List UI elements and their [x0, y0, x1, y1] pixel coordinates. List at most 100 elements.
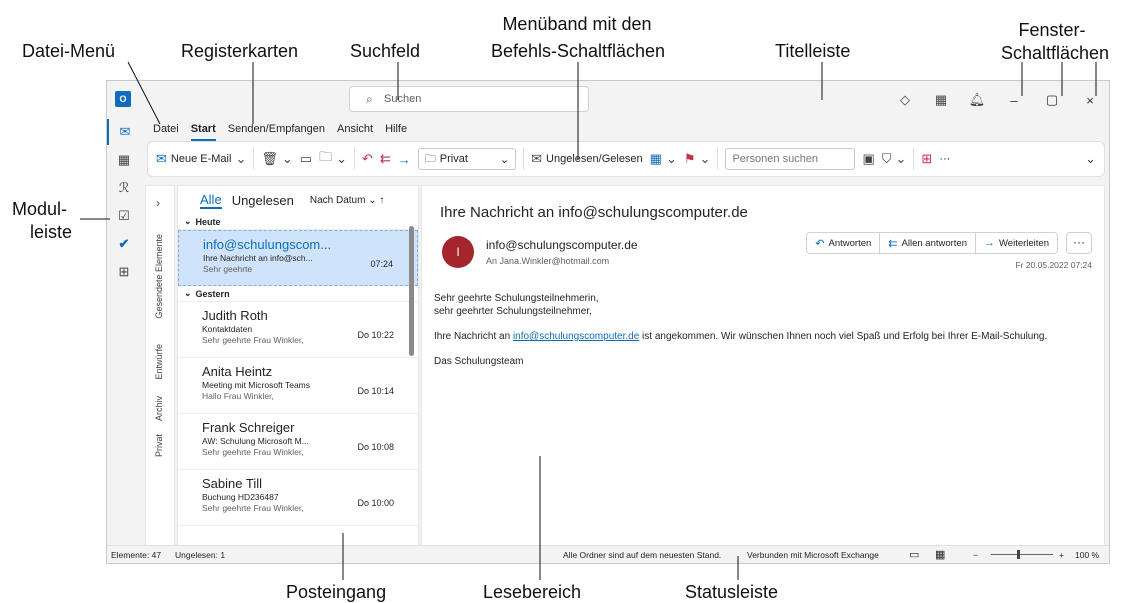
- tab-start[interactable]: Start: [190, 121, 216, 141]
- folder-sent[interactable]: Gesendete Elemente: [154, 234, 164, 319]
- people-module[interactable]: ℛ: [107, 175, 141, 201]
- folder-drafts[interactable]: Entwürfe: [154, 344, 164, 380]
- calendar-module[interactable]: ▦: [107, 147, 141, 173]
- tab-help[interactable]: Hilfe: [385, 121, 407, 141]
- mail-subject: Meeting mit Microsoft Teams: [202, 380, 311, 390]
- ribbon-expand-button[interactable]: ⌄: [1085, 151, 1096, 167]
- chevron-down-icon: ⌄: [336, 151, 347, 166]
- folder-archive[interactable]: Archiv: [154, 396, 164, 421]
- tasks-module[interactable]: ☑: [107, 203, 141, 229]
- zoom-level: 100 %: [1075, 550, 1100, 560]
- inbox-scrollbar[interactable]: [409, 226, 414, 356]
- ribbon-separator: [523, 148, 525, 170]
- reply-button[interactable]: ↶ Antworten: [807, 233, 881, 253]
- reply-icon: ↶: [815, 237, 825, 250]
- chevron-down-icon: ⌄: [895, 151, 907, 166]
- callout-datei-menu: Datei-Menü: [22, 41, 116, 61]
- todo-module[interactable]: ✔: [107, 231, 141, 257]
- list-item[interactable]: info@schulungscom... Ihre Nachricht an i…: [178, 230, 418, 286]
- body-signature: Das Schulungsteam: [434, 356, 524, 367]
- message-sender[interactable]: info@schulungscomputer.de: [486, 238, 638, 252]
- tab-view[interactable]: Ansicht: [337, 121, 373, 141]
- expand-icon[interactable]: ›: [156, 196, 160, 210]
- close-button[interactable]: ×: [1071, 93, 1109, 108]
- callout-fenster-2: Schaltflächen: [1000, 43, 1110, 63]
- folder-private[interactable]: Privat: [154, 434, 164, 457]
- move-button[interactable]: 🗀 ⌄: [319, 148, 347, 170]
- message-more-button[interactable]: ···: [1066, 232, 1092, 254]
- message-date: Fr 20.05.2022 07:24: [1015, 260, 1092, 270]
- zoom-slider-track[interactable]: [991, 554, 1053, 555]
- category-select[interactable]: 🗀 Privat ⌄: [417, 148, 517, 170]
- unread-read-label: Ungelesen/Gelesen: [546, 153, 643, 165]
- archive-button[interactable]: ▭: [300, 151, 312, 167]
- minimize-button[interactable]: –: [995, 93, 1033, 108]
- ribbon: ✉ Neue E-Mail ⌄ 🗑︎ ⌄ ▭ 🗀 ⌄ ↶ ⇇ → 🗀 Privat …: [147, 141, 1105, 177]
- callout-lesebereich: Lesebereich: [483, 582, 582, 602]
- envelope-open-icon: ✉: [531, 151, 543, 166]
- list-item[interactable]: Frank Schreiger AW: Schulung Microsoft M…: [178, 414, 418, 470]
- people-search-input[interactable]: Personen suchen: [725, 148, 856, 170]
- new-mail-button[interactable]: ✉ Neue E-Mail ⌄: [156, 151, 246, 167]
- zoom-in-button[interactable]: +: [1059, 550, 1064, 560]
- tab-all[interactable]: Alle: [200, 192, 222, 209]
- reply-all-button[interactable]: ⇇ Allen antworten: [880, 233, 976, 253]
- sort-select[interactable]: Nach Datum ⌄ ↑: [310, 195, 385, 206]
- bell-icon[interactable]: 🔔︎: [959, 92, 995, 108]
- avatar[interactable]: I: [442, 236, 474, 268]
- group-header[interactable]: ⌄ Gestern: [178, 286, 418, 302]
- body-greeting-2: sehr geehrter Schulungsteilnehmer,: [434, 306, 592, 317]
- zoom-slider-handle[interactable]: [1017, 550, 1020, 559]
- normal-view-icon[interactable]: ▭: [909, 548, 919, 561]
- flag-button[interactable]: ⚑ ⌄: [684, 151, 711, 167]
- chevron-down-icon: ⌄: [281, 151, 293, 166]
- menu-file[interactable]: Datei: [153, 121, 179, 141]
- maximize-button[interactable]: ▢: [1033, 92, 1071, 108]
- filter-button[interactable]: ⛉ ⌄: [882, 151, 907, 167]
- inbox-tabs: Alle Ungelesen Nach Datum ⌄ ↑: [178, 186, 418, 214]
- menu-bar: Datei Start Senden/Empfangen Ansicht Hil…: [153, 121, 407, 141]
- callout-statusleiste: Statusleiste: [685, 582, 779, 602]
- search-box[interactable]: ⌕ Suchen: [349, 86, 589, 112]
- list-item[interactable]: Sabine Till Buchung HD236487 Sehr geehrt…: [178, 470, 418, 526]
- callout-posteingang: Posteingang: [286, 582, 387, 602]
- apps-icon: ⊞: [921, 151, 933, 166]
- checkmark-icon: ✔: [118, 236, 130, 251]
- tab-send-receive[interactable]: Senden/Empfangen: [228, 121, 325, 141]
- mail-icon: ✉: [119, 124, 131, 139]
- diamond-icon[interactable]: ◇: [887, 92, 923, 108]
- forward-button[interactable]: → Weiterleiten: [976, 233, 1057, 253]
- message-subject: Ihre Nachricht an info@schulungscomputer…: [440, 204, 748, 221]
- more-apps-module[interactable]: ⊞: [107, 259, 141, 285]
- ribbon-more-button[interactable]: ···: [939, 153, 950, 165]
- message-actions: ↶ Antworten ⇇ Allen antworten → Weiterleite…: [806, 232, 1058, 254]
- mail-sender: Frank Schreiger: [202, 420, 295, 435]
- list-item[interactable]: Judith Roth Kontaktdaten Sehr geehrte Fr…: [178, 302, 418, 358]
- reply-all-button[interactable]: ⇇: [380, 151, 391, 167]
- forward-icon: →: [984, 237, 995, 249]
- delete-button[interactable]: 🗑︎ ⌄: [261, 151, 292, 167]
- forward-button[interactable]: →: [398, 152, 411, 167]
- folder-pane: › Gesendete Elemente Entwürfe Archiv Pri…: [145, 185, 175, 547]
- body-greeting-1: Sehr geehrte Schulungsteilnehmerin,: [434, 293, 599, 304]
- mail-module[interactable]: ✉: [107, 119, 141, 145]
- address-book-button[interactable]: ▣: [862, 151, 874, 167]
- apps-button[interactable]: ⊞: [921, 151, 932, 167]
- callout-registerkarten: Registerkarten: [181, 41, 299, 61]
- zoom-out-button[interactable]: −: [973, 550, 978, 560]
- filter-icon: ⛉: [881, 151, 892, 166]
- chevron-down-icon: ⌄: [665, 151, 677, 166]
- list-item[interactable]: Anita Heintz Meeting mit Microsoft Teams…: [178, 358, 418, 414]
- categorize-button[interactable]: ▦ ⌄: [650, 151, 677, 167]
- chevron-down-icon: ⌄: [699, 151, 711, 166]
- module-bar: ✉ ▦ ℛ ☑ ✔ ⊞: [107, 119, 141, 549]
- tab-unread[interactable]: Ungelesen: [232, 193, 294, 208]
- reply-button[interactable]: ↶: [362, 151, 373, 167]
- flag-icon: ⚑: [683, 151, 696, 166]
- grid-icon[interactable]: ▦: [923, 92, 959, 108]
- ribbon-separator: [253, 148, 255, 170]
- reading-view-icon[interactable]: ▦: [935, 548, 945, 561]
- unread-read-button[interactable]: ✉ Ungelesen/Gelesen: [531, 151, 643, 167]
- group-header[interactable]: ⌄ Heute: [178, 214, 418, 230]
- body-link[interactable]: info@schulungscomputer.de: [513, 331, 639, 342]
